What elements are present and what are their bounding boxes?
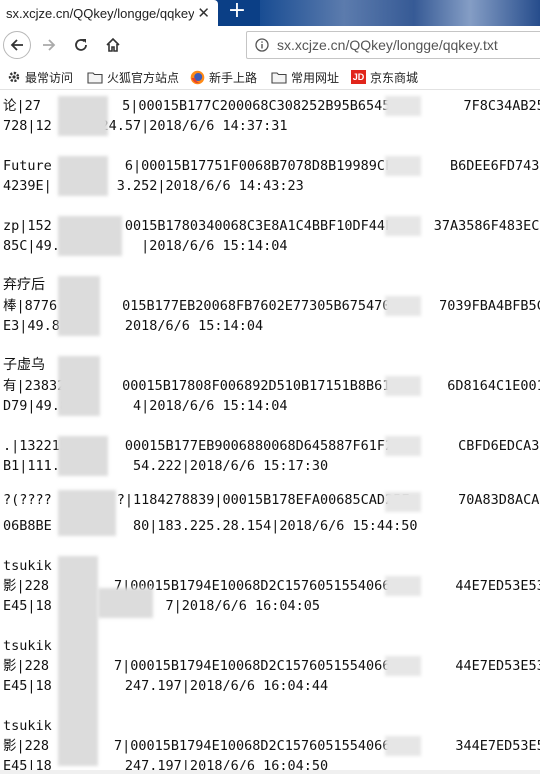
redaction-block <box>385 376 421 396</box>
navigation-bar: sx.xcjze.cn/QQkey/longge/qqkey.txt <box>0 26 540 64</box>
reload-icon <box>75 39 87 51</box>
text-line: 728|12 24.57|2018/6/6 14:37:31 <box>3 118 288 134</box>
text-line: tsukik <box>3 558 52 574</box>
redaction-block <box>385 436 421 456</box>
redaction-block <box>385 216 421 236</box>
redaction-block <box>98 588 153 618</box>
reload-button[interactable] <box>67 31 95 59</box>
info-icon[interactable] <box>255 38 269 52</box>
bookmark-most-visited[interactable]: 最常访问 <box>7 68 73 86</box>
firefox-icon <box>190 70 205 84</box>
redaction-block <box>385 576 421 596</box>
text-line: E45|18 247.197|2018/6/6 16:04:44 <box>3 678 329 694</box>
redaction-block <box>58 276 100 336</box>
bookmark-label: 最常访问 <box>25 70 74 85</box>
text-line: tsukik <box>3 718 52 734</box>
jd-icon: JD <box>351 70 366 84</box>
back-arrow-icon <box>10 39 23 51</box>
text-line: 4239E| 3.252|2018/6/6 14:43:23 <box>3 178 304 194</box>
redaction-block <box>58 490 116 536</box>
forward-arrow-icon <box>43 39 56 51</box>
text-line: E3|49.8 2018/6/6 15:14:04 <box>3 318 264 334</box>
redaction-block <box>385 296 421 316</box>
folder-icon <box>87 71 103 84</box>
text-line: 子虚乌 <box>3 357 45 373</box>
blurred-background-tabs <box>260 0 540 26</box>
redaction-block <box>385 96 421 116</box>
text-line: 85C|49. |2018/6/6 15:14:04 <box>3 238 288 254</box>
bookmark-firefox-site[interactable]: 火狐官方站点 <box>87 68 179 86</box>
gear-icon <box>8 71 20 83</box>
text-line: tsukik <box>3 638 52 654</box>
new-tab-button[interactable]: + <box>226 0 248 24</box>
bookmark-label: 京东商城 <box>370 70 419 85</box>
text-document: 论|27 5|00015B177C200068C308252B95B654524… <box>0 90 540 774</box>
redaction-block <box>385 656 421 676</box>
bookmark-label: 火狐官方站点 <box>107 70 180 85</box>
bookmark-label: 常用网址 <box>291 70 340 85</box>
bookmark-getting-started[interactable]: 新手上路 <box>190 68 257 86</box>
tab-title: sx.xcjze.cn/QQkey/longge/qqkey <box>6 5 194 21</box>
bookmark-jd-mall[interactable]: JD 京东商城 <box>351 68 418 86</box>
bookmark-common-sites[interactable]: 常用网址 <box>271 68 339 86</box>
redaction-block <box>58 156 108 196</box>
text-line: E45|18 7|2018/6/6 16:04:05 <box>3 598 320 614</box>
horizontal-scrollbar[interactable] <box>0 770 540 774</box>
redaction-block <box>385 736 421 756</box>
tab-strip: sx.xcjze.cn/QQkey/longge/qqkey ✕ + <box>0 0 540 26</box>
close-icon[interactable]: ✕ <box>197 4 210 22</box>
folder-icon <box>271 71 287 84</box>
address-bar[interactable]: sx.xcjze.cn/QQkey/longge/qqkey.txt <box>246 31 540 59</box>
text-line: 弃疗后 <box>3 277 45 293</box>
home-button[interactable] <box>99 31 127 59</box>
bookmark-label: 新手上路 <box>209 70 258 85</box>
redaction-block <box>385 156 421 176</box>
active-tab[interactable]: sx.xcjze.cn/QQkey/longge/qqkey ✕ <box>0 0 218 26</box>
bookmarks-bar: 最常访问 火狐官方站点 新手上路 常用网址 JD 京东商城 <box>0 64 540 90</box>
url-text[interactable]: sx.xcjze.cn/QQkey/longge/qqkey.txt <box>277 37 498 53</box>
redaction-block <box>58 96 108 136</box>
redaction-block <box>58 356 100 416</box>
forward-button[interactable] <box>35 31 63 59</box>
redaction-block <box>58 216 122 256</box>
back-button[interactable] <box>3 31 31 59</box>
home-icon <box>106 37 120 52</box>
text-line: B1|111.1 54.222|2018/6/6 15:17:30 <box>3 458 329 474</box>
redaction-block <box>58 436 108 476</box>
redaction-block <box>58 556 98 766</box>
redaction-block <box>385 492 421 512</box>
text-line: D79|49.8 4|2018/6/6 15:14:04 <box>3 398 288 414</box>
